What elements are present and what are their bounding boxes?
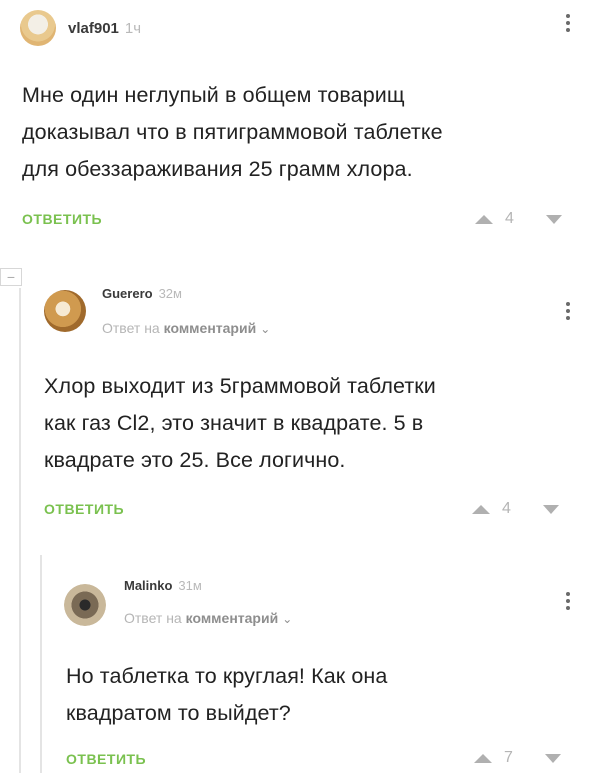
reply-to-prefix: Ответ на (124, 610, 182, 626)
author-name[interactable]: Malinko (124, 578, 172, 593)
author-name[interactable]: Guerero (102, 286, 153, 301)
thread-line-level1 (19, 288, 21, 773)
comment-text: Хлор выходит из 5граммовой таблетки как … (44, 368, 594, 479)
comment-line: Но таблетка то круглая! Как она (66, 664, 388, 688)
downvote-icon[interactable] (545, 214, 562, 224)
upvote-icon[interactable] (475, 214, 493, 224)
reply-button[interactable]: ОТВЕТИТЬ (66, 751, 146, 767)
reply-to-target[interactable]: комментарий (186, 610, 279, 626)
chevron-down-icon[interactable]: ⌄ (260, 322, 270, 336)
reply-to-link[interactable]: Ответ на комментарий ⌄ (102, 320, 270, 336)
comment-text: Мне один неглупый в общем товарищ доказы… (22, 77, 592, 188)
vote-controls: 4 (475, 210, 562, 228)
comment-line: как газ Cl2, это значит в квадрате. 5 в (44, 411, 424, 435)
comment-author[interactable]: Guerero 32м (102, 286, 182, 301)
vote-score: 4 (505, 210, 514, 227)
comment-time: 32м (158, 286, 182, 301)
reply-to-prefix: Ответ на (102, 320, 160, 336)
comment-line: квадрате это 25. Все логично. (44, 448, 346, 472)
downvote-icon[interactable] (542, 504, 559, 514)
vote-score: 4 (502, 500, 511, 517)
reply-button[interactable]: ОТВЕТИТЬ (44, 501, 124, 517)
vote-controls: 4 (472, 500, 559, 518)
avatar[interactable] (64, 584, 106, 626)
avatar[interactable] (20, 10, 56, 46)
vote-controls: 7 (474, 749, 561, 767)
comment-text: Но таблетка то круглая! Как она квадрато… (66, 658, 596, 732)
thread-line-level2 (40, 555, 42, 773)
comment-author[interactable]: Malinko 31м (124, 578, 202, 593)
comment-line: Мне один неглупый в общем товарищ (22, 83, 405, 107)
comment-line: доказывал что в пятиграммовой таблетке (22, 120, 443, 144)
comment-author[interactable]: vlaf901 1ч (68, 20, 141, 37)
collapse-thread-button[interactable]: − (0, 268, 22, 286)
avatar[interactable] (44, 290, 86, 332)
chevron-down-icon[interactable]: ⌄ (282, 612, 292, 626)
downvote-icon[interactable] (544, 753, 561, 763)
comment-time: 31м (178, 578, 202, 593)
upvote-icon[interactable] (474, 753, 492, 763)
comment-line: квадратом то выйдет? (66, 701, 291, 725)
comment-time: 1ч (124, 20, 142, 37)
comment-line: Хлор выходит из 5граммовой таблетки (44, 374, 436, 398)
author-name[interactable]: vlaf901 (68, 20, 119, 37)
comment-line: для обеззараживания 25 грамм хлора. (22, 157, 413, 181)
reply-to-target[interactable]: комментарий (164, 320, 257, 336)
more-options-icon[interactable] (565, 592, 571, 610)
more-options-icon[interactable] (565, 302, 571, 320)
more-options-icon[interactable] (565, 14, 571, 32)
reply-to-link[interactable]: Ответ на комментарий ⌄ (124, 610, 292, 626)
vote-score: 7 (504, 749, 513, 766)
upvote-icon[interactable] (472, 504, 490, 514)
reply-button[interactable]: ОТВЕТИТЬ (22, 211, 102, 227)
